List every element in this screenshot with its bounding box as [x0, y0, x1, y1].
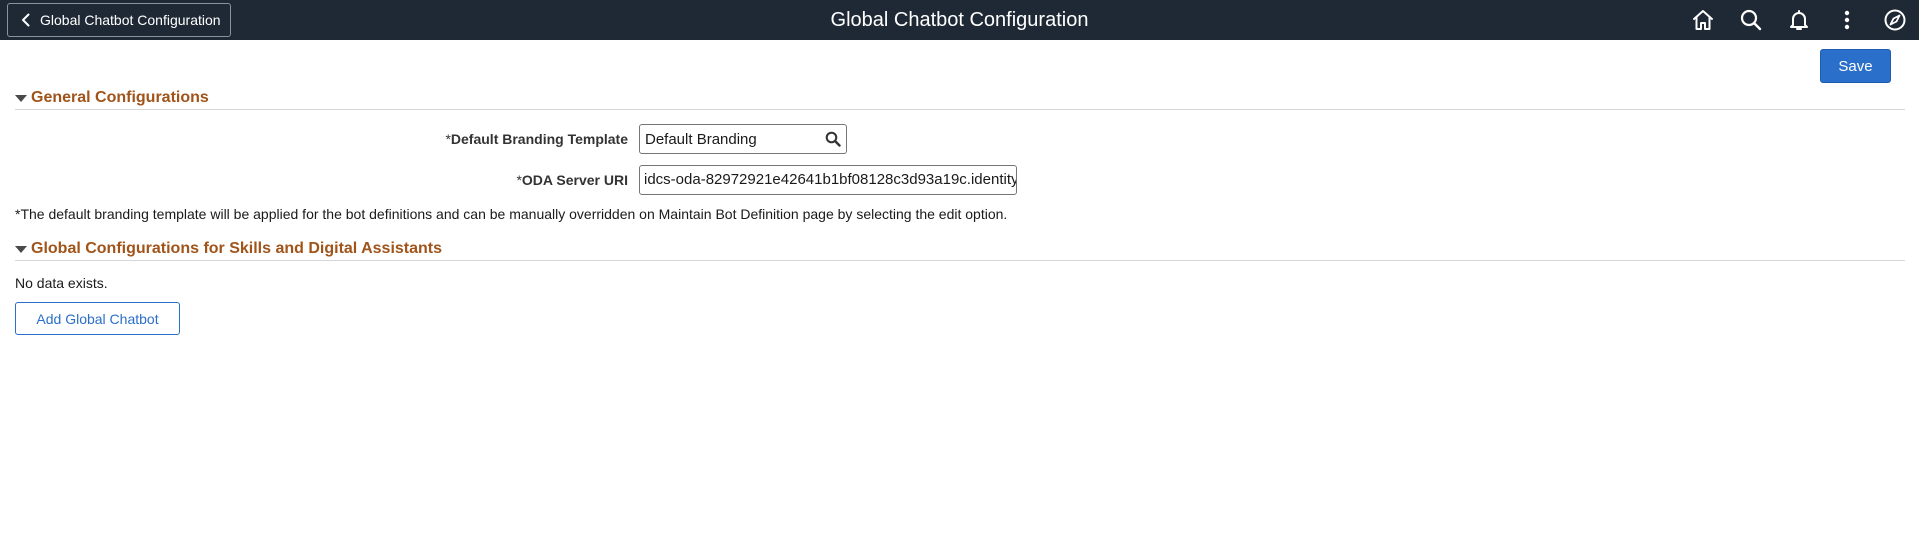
- chevron-left-icon: [18, 12, 34, 28]
- page-title: Global Chatbot Configuration: [830, 9, 1089, 31]
- back-button[interactable]: Global Chatbot Configuration: [7, 3, 231, 37]
- bell-icon[interactable]: [1775, 0, 1823, 40]
- branding-template-field[interactable]: Default Branding: [639, 124, 847, 154]
- section-general-configurations[interactable]: General Configurations: [15, 86, 1905, 110]
- collapse-triangle-icon: [15, 95, 27, 102]
- save-button[interactable]: Save: [1820, 49, 1891, 83]
- more-vertical-icon[interactable]: [1823, 0, 1871, 40]
- oda-server-uri-label-text: ODA Server URI: [521, 172, 628, 188]
- branding-template-value[interactable]: Default Branding: [640, 131, 820, 148]
- collapse-triangle-icon: [15, 246, 27, 253]
- branding-template-label: *Default Branding Template: [445, 131, 628, 147]
- home-icon[interactable]: [1679, 0, 1727, 40]
- branding-note: *The default branding template will be a…: [15, 206, 1008, 222]
- branding-template-label-text: Default Branding Template: [450, 131, 628, 147]
- empty-state-text: No data exists.: [15, 275, 108, 291]
- section-title: Global Configurations for Skills and Dig…: [31, 239, 443, 257]
- oda-server-uri-field[interactable]: idcs-oda-82972921e42641b1bf08128c3d93a19…: [639, 165, 1017, 195]
- header-actions: [1679, 0, 1919, 40]
- add-global-chatbot-button[interactable]: Add Global Chatbot: [15, 302, 180, 335]
- oda-server-uri-label: *ODA Server URI: [516, 172, 628, 188]
- compass-icon[interactable]: [1871, 0, 1919, 40]
- section-title: General Configurations: [31, 88, 209, 106]
- top-header-bar: Global Chatbot Configuration Global Chat…: [0, 0, 1919, 40]
- search-icon[interactable]: [1727, 0, 1775, 40]
- section-global-configurations-skills[interactable]: Global Configurations for Skills and Dig…: [15, 237, 1905, 261]
- lookup-search-icon[interactable]: [820, 125, 846, 153]
- back-button-label: Global Chatbot Configuration: [40, 12, 221, 28]
